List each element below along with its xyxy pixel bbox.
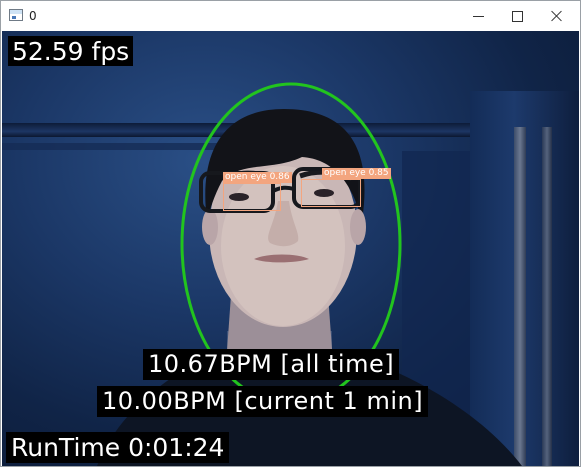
bpm-current-readout: 10.00BPM [current 1 min] [97, 386, 429, 417]
eye-detection-label: open eye 0.86 [223, 172, 292, 183]
app-window: 0 open eye 0.86 open eye 0.85 52.59 fps … [0, 0, 581, 467]
maximize-icon [511, 10, 523, 22]
window-title: 0 [29, 9, 37, 23]
bpm-all-time-readout: 10.67BPM [all time] [143, 349, 400, 380]
close-icon [551, 10, 563, 22]
eye-detection-box [223, 183, 281, 211]
fps-readout: 52.59 fps [8, 36, 134, 66]
close-button[interactable] [538, 1, 576, 31]
eye-detection-label: open eye 0.85 [322, 168, 391, 179]
minimize-icon [472, 15, 484, 17]
maximize-button[interactable] [498, 1, 536, 31]
camera-feed: open eye 0.86 open eye 0.85 52.59 fps 10… [2, 31, 579, 466]
title-bar[interactable]: 0 [1, 1, 580, 31]
minimize-button[interactable] [459, 1, 497, 31]
eye-detection-box [301, 179, 361, 207]
window-icon [9, 9, 23, 21]
runtime-readout: RunTime 0:01:24 [6, 432, 230, 463]
